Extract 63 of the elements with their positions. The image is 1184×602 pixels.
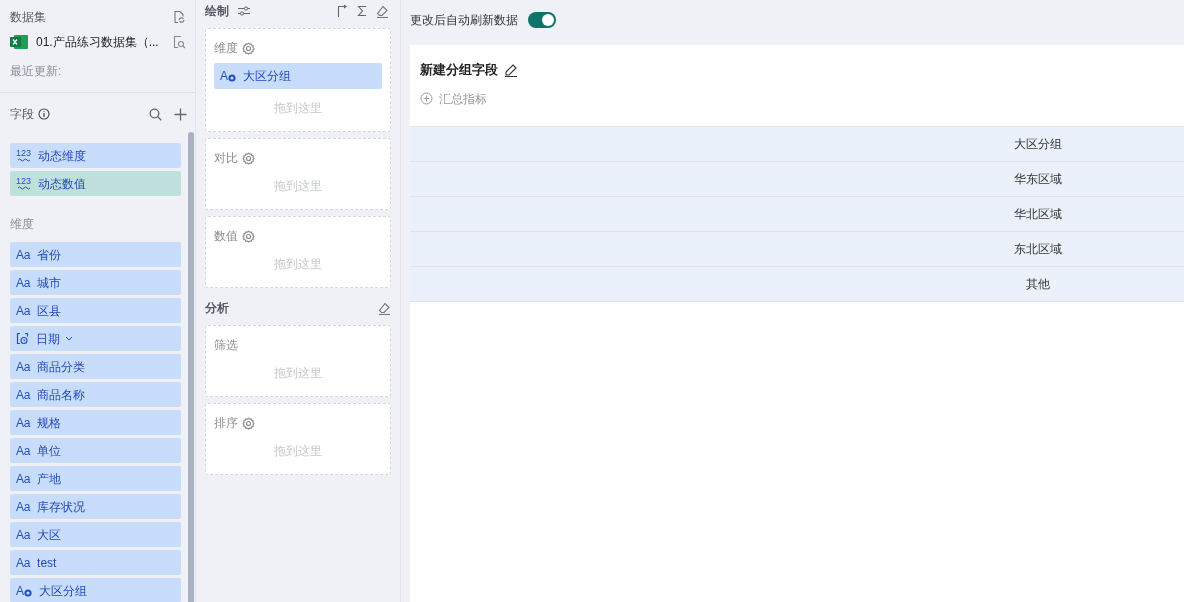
- refresh-file-icon: [172, 10, 186, 24]
- table-header-cell: 大区分组: [410, 126, 1184, 162]
- text-type-icon: Aa: [16, 245, 31, 264]
- eraser-icon: [376, 4, 389, 18]
- add-metric-button[interactable]: 汇总指标: [410, 89, 487, 108]
- zone-label: 数值: [214, 228, 238, 245]
- edit-icon: [504, 62, 518, 77]
- table-cell: 其他: [410, 266, 1184, 302]
- field-chip[interactable]: Aa 城市: [10, 270, 181, 295]
- text-type-icon: Aa: [16, 469, 31, 488]
- info-icon: [38, 108, 50, 120]
- spreadsheet-icon: [10, 34, 28, 50]
- text-type-icon: Aa: [16, 301, 31, 320]
- field-chip[interactable]: 123 动态数值: [10, 171, 181, 196]
- zone-label: 维度: [214, 40, 238, 57]
- text-type-icon: Aa: [16, 413, 31, 432]
- eraser-icon: [378, 301, 391, 315]
- field-chip[interactable]: 日期: [10, 326, 181, 351]
- text-type-icon: Aa: [16, 273, 31, 292]
- table-cell: 华东区域: [410, 161, 1184, 197]
- section-title: 绘制: [205, 3, 229, 20]
- field-title: 新建分组字段: [420, 61, 498, 79]
- section-title: 字段: [10, 106, 34, 123]
- field-chip[interactable]: Aa 商品名称: [10, 382, 181, 407]
- field-chip[interactable]: Aa 产地: [10, 466, 181, 491]
- table-cell: 东北区域: [410, 231, 1184, 267]
- field-chip[interactable]: Aa 省份: [10, 242, 181, 267]
- field-chip[interactable]: Aa 商品分类: [10, 354, 181, 379]
- text-type-icon: Aa: [16, 553, 31, 572]
- section-title: 分析: [205, 300, 229, 317]
- search-icon: [149, 107, 162, 121]
- dataset-name[interactable]: 01.产品练习数据集（...: [36, 33, 159, 51]
- section-title: 维度: [10, 216, 35, 233]
- sliders-icon: [237, 5, 251, 17]
- add-icon: [174, 107, 187, 121]
- field-chip[interactable]: Aa 大区: [10, 522, 181, 547]
- section-title: 数据集: [10, 9, 46, 26]
- zone-label: 对比: [214, 150, 238, 167]
- text-type-icon: Aa: [16, 385, 31, 404]
- zone-label: 排序: [214, 415, 238, 432]
- text-type-icon: Aa: [16, 441, 31, 460]
- text-type-icon: Aa: [16, 497, 31, 516]
- chevron-down-icon: [65, 336, 73, 341]
- field-chip[interactable]: Aa 区县: [10, 298, 181, 323]
- table-cell: 华北区域: [410, 196, 1184, 232]
- scrollbar[interactable]: [188, 132, 194, 602]
- calendar-clock-icon: [16, 332, 29, 345]
- sum-icon: [357, 5, 367, 17]
- toggle-label: 更改后自动刷新数据: [410, 12, 518, 29]
- plus-circle-icon: [420, 92, 433, 105]
- text-type-icon: Aa: [16, 525, 31, 544]
- field-chip[interactable]: A 大区分组: [10, 578, 181, 602]
- axis-swap-icon: [337, 5, 348, 17]
- field-chip[interactable]: Aa 库存状况: [10, 494, 181, 519]
- preview-file-icon: [172, 35, 186, 49]
- zone-label: 筛选: [214, 337, 238, 354]
- field-chip[interactable]: Aa 单位: [10, 438, 181, 463]
- auto-refresh-toggle[interactable]: [528, 12, 556, 28]
- field-chip[interactable]: Aa test: [10, 550, 181, 575]
- field-chip[interactable]: 123 动态维度: [10, 143, 181, 168]
- field-chip[interactable]: Aa 规格: [10, 410, 181, 435]
- field-chip[interactable]: A 大区分组: [214, 63, 382, 89]
- text-type-icon: Aa: [16, 357, 31, 376]
